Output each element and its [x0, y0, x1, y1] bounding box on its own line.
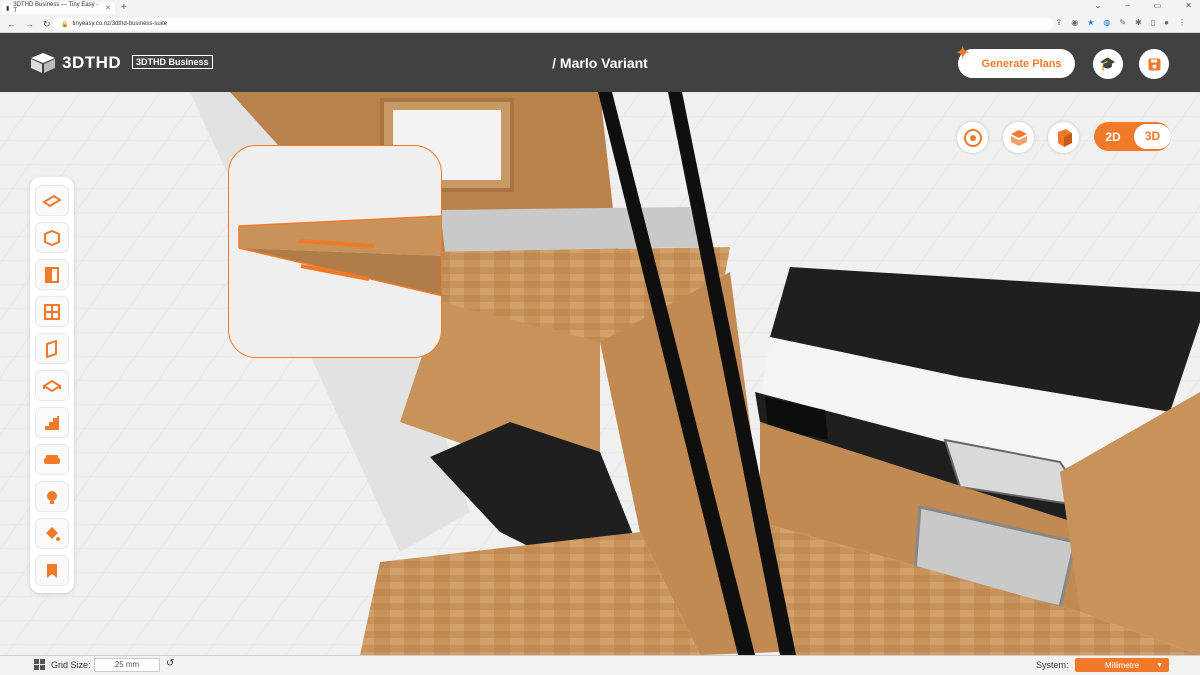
address-bar[interactable]: 🔒 tinyeasy.co.nz/3dthd-business-suite — [53, 18, 1053, 30]
back-icon[interactable]: ← — [7, 19, 16, 30]
camera-icon[interactable]: ◉ — [1071, 18, 1078, 27]
reset-grid-icon[interactable]: ↺ — [166, 658, 174, 669]
sparkle-icon: ✦ — [956, 45, 970, 62]
grid-size-input[interactable]: 25 mm — [94, 658, 160, 672]
walls-tool-button[interactable] — [36, 223, 68, 252]
section-view-button[interactable] — [1048, 122, 1079, 153]
bookmark-tool-button[interactable] — [36, 556, 68, 585]
address-row: ← → ↻ 🔒 tinyeasy.co.nz/3dthd-business-su… — [0, 15, 1200, 33]
star-icon[interactable]: ★ — [1087, 18, 1094, 27]
panels-icon — [46, 339, 57, 358]
view-mode-toggle[interactable]: 2D 3D — [1094, 122, 1171, 151]
url-text: tinyeasy.co.nz/3dthd-business-suite — [72, 21, 168, 27]
furniture-tool-button[interactable] — [36, 445, 68, 474]
app-header: 3DTHD 3DTHD Business / Marlo Variant ✦ G… — [0, 33, 1200, 92]
profile-icon[interactable]: ● — [1164, 18, 1169, 27]
generate-plans-label: Generate Plans — [981, 57, 1062, 70]
graduation-cap-icon: 🎓 — [1099, 56, 1117, 71]
unit-system-value: Millimetre — [1104, 660, 1140, 670]
camera-view-button[interactable] — [957, 122, 988, 153]
zoom-inset — [228, 145, 442, 358]
bookmark-icon — [47, 563, 57, 578]
tab-title: 3DTHD Business — Tiny Easy - T — [13, 2, 99, 14]
browser-tab[interactable]: ▮ 3DTHD Business — Tiny Easy - T ✕ — [2, 2, 115, 14]
mode-3d-option[interactable]: 3D — [1134, 124, 1171, 149]
tab-search-icon[interactable]: ⌄ — [1095, 1, 1102, 10]
stairs-tool-button[interactable] — [36, 408, 68, 437]
doors-icon — [45, 266, 59, 283]
grid-size-label: Grid Size: — [51, 660, 91, 670]
furniture-icon — [44, 454, 60, 464]
floor-tool-button[interactable] — [36, 186, 68, 215]
floor-icon — [42, 194, 62, 207]
grid-size-label-group: Grid Size: — [34, 659, 91, 670]
window-controls: ⌄ – ▭ ✕ — [1095, 1, 1192, 10]
panels-tool-button[interactable] — [36, 334, 68, 363]
tab-favicon-icon: ▮ — [6, 5, 10, 12]
zoom-detail — [238, 215, 441, 297]
tool-sidebar — [30, 177, 74, 593]
pen-icon[interactable]: ✎ — [1119, 18, 1126, 27]
extension-blue-icon[interactable]: ◍ — [1103, 18, 1110, 27]
paint-bucket-icon — [46, 526, 60, 541]
stairs-icon — [45, 415, 59, 430]
minimize-button[interactable]: – — [1125, 1, 1129, 10]
grid-icon — [34, 659, 45, 670]
unit-system-select[interactable]: Millimetre ▼ — [1075, 658, 1169, 672]
doors-tool-button[interactable] — [36, 260, 68, 289]
reload-icon[interactable]: ↻ — [43, 19, 51, 30]
maximize-button[interactable]: ▭ — [1154, 1, 1162, 10]
system-label: System: — [1036, 660, 1069, 670]
chevron-down-icon: ▼ — [1156, 661, 1163, 669]
mode-2d-option[interactable]: 2D — [1094, 130, 1132, 144]
browser-extensions: ⇪ ◉ ★ ◍ ✎ ✱ ▯ ● ⋮ — [1056, 18, 1187, 27]
status-footer: Grid Size: 25 mm ↺ System: Millimetre ▼ — [0, 655, 1200, 675]
windows-icon — [44, 303, 60, 320]
close-window-button[interactable]: ✕ — [1185, 1, 1192, 10]
save-button[interactable] — [1139, 49, 1169, 79]
menu-icon[interactable]: ⋮ — [1178, 18, 1186, 27]
roof-tool-button[interactable] — [36, 371, 68, 400]
roof-icon — [42, 379, 62, 392]
lightbulb-icon — [47, 490, 57, 504]
floppy-disk-icon — [1148, 58, 1160, 70]
windows-tool-button[interactable] — [36, 297, 68, 326]
tutorial-button[interactable]: 🎓 — [1093, 49, 1123, 79]
puzzle-icon[interactable]: ✱ — [1135, 18, 1142, 27]
eye-orbit-icon — [963, 128, 982, 147]
browser-chrome: ▮ 3DTHD Business — Tiny Easy - T ✕ + ⌄ –… — [0, 0, 1200, 33]
3d-scene — [0, 92, 1200, 655]
cube-section-icon — [1057, 128, 1072, 147]
box-view-icon — [1010, 129, 1027, 146]
generate-plans-button[interactable]: ✦ Generate Plans — [956, 45, 1075, 78]
tab-close-icon[interactable]: ✕ — [105, 4, 111, 12]
sidepanel-icon[interactable]: ▯ — [1151, 18, 1155, 27]
lock-icon: 🔒 — [61, 21, 69, 28]
3d-viewport[interactable]: 2D 3D — [0, 92, 1200, 655]
new-tab-button[interactable]: + — [121, 2, 127, 13]
share-icon[interactable]: ⇪ — [1056, 18, 1063, 27]
lighting-tool-button[interactable] — [36, 482, 68, 511]
forward-icon[interactable]: → — [25, 19, 34, 30]
paint-tool-button[interactable] — [36, 519, 68, 548]
layer-view-button[interactable] — [1003, 122, 1034, 153]
walls-icon — [44, 229, 60, 246]
